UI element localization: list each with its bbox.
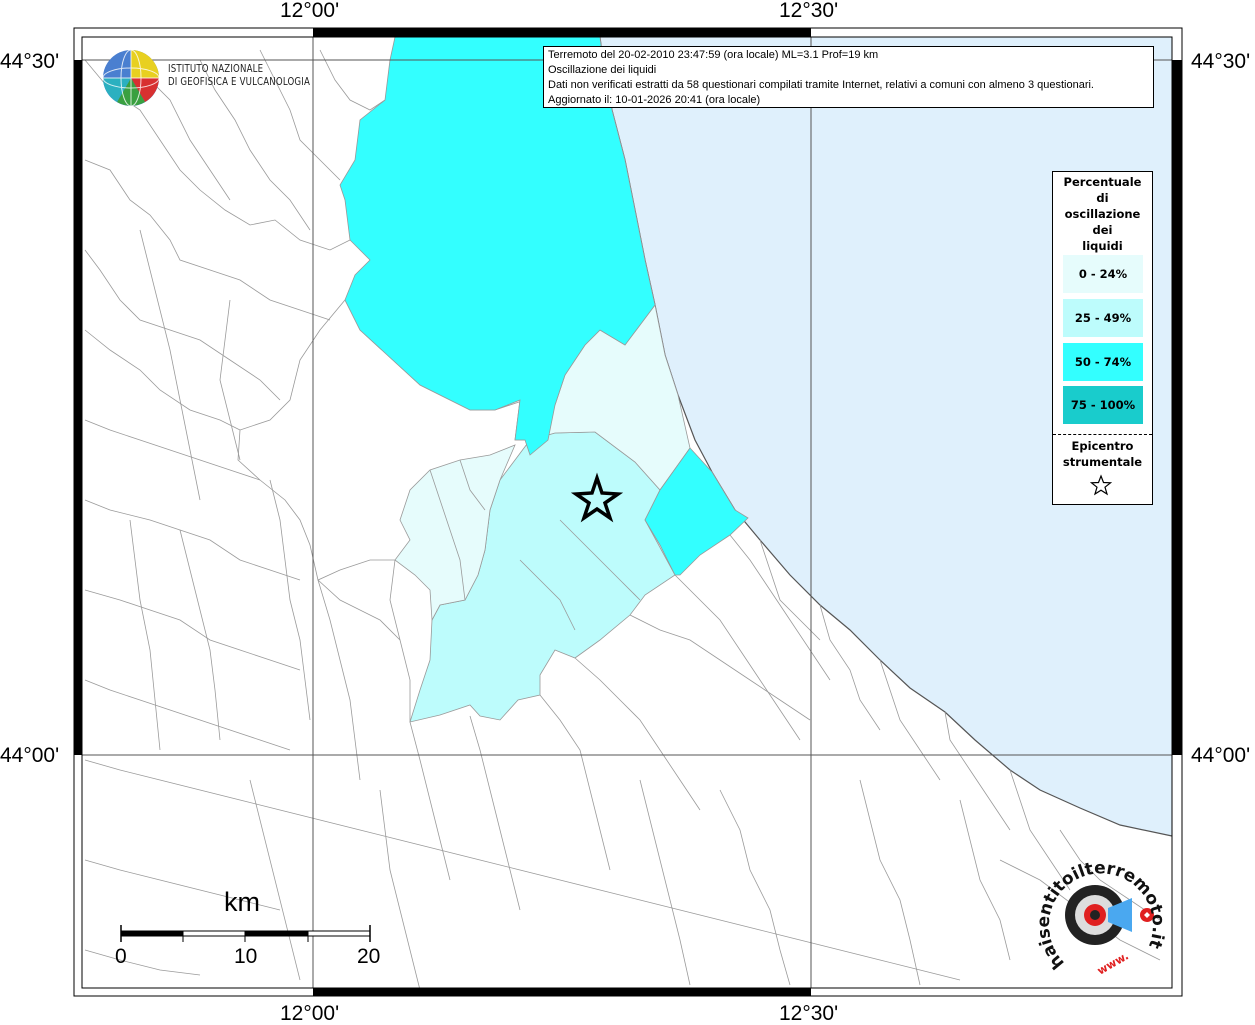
legend-class-0-24: 0 - 24% bbox=[1063, 255, 1143, 293]
legend-title-line: liquidi bbox=[1082, 239, 1123, 253]
event-title: Terremoto del 20-02-2010 23:47:59 (ora l… bbox=[548, 49, 879, 61]
lat-label-top-left: 44°30' bbox=[0, 50, 60, 73]
legend-class-50-74: 50 - 74% bbox=[1063, 343, 1143, 381]
legend-title: Percentuale di oscillazione dei liquidi bbox=[1053, 172, 1152, 254]
svg-text:haisentitoilterremoto.it: haisentitoilterremoto.it bbox=[1034, 858, 1167, 973]
legend-title-line: oscillazione bbox=[1064, 207, 1141, 221]
lon-label-top-left: 12°00' bbox=[280, 0, 340, 22]
institute-line-1: ISTITUTO NAZIONALE bbox=[168, 63, 264, 75]
update-timestamp: Aggiornato il: 10-01-2026 20:41 (ora loc… bbox=[548, 94, 761, 106]
scale-unit: km bbox=[224, 887, 260, 917]
data-note: Dati non verificati estratti da 58 quest… bbox=[548, 79, 1094, 91]
legend-class-25-49: 25 - 49% bbox=[1063, 299, 1143, 337]
institute-name: ISTITUTO NAZIONALE DI GEOFISICA E VULCAN… bbox=[168, 63, 310, 89]
legend-epicenter-label: Epicentro strumentale bbox=[1053, 438, 1152, 470]
haisentito-watermark: haisentitoilterremoto.it www. bbox=[1034, 858, 1167, 977]
lon-label-top-right: 12°30' bbox=[779, 0, 839, 22]
ingv-globe-logo bbox=[102, 49, 160, 107]
map-subject: Oscillazione dei liquidi bbox=[548, 64, 657, 76]
legend-star-icon bbox=[1090, 474, 1112, 496]
lat-label-bottom-left: 44°00' bbox=[0, 744, 60, 767]
watermark-text: haisentitoilterremoto.it bbox=[1034, 858, 1167, 973]
legend-epicenter-line: strumentale bbox=[1062, 455, 1143, 469]
legend-divider bbox=[1053, 434, 1152, 435]
lon-label-bottom-left: 12°00' bbox=[280, 1002, 340, 1025]
event-info-box: Terremoto del 20-02-2010 23:47:59 (ora l… bbox=[543, 46, 1154, 108]
lat-label-top-right: 44°30' bbox=[1191, 50, 1251, 73]
scale-tick-10: 10 bbox=[234, 945, 258, 968]
scale-bar bbox=[120, 925, 371, 942]
scale-tick-0: 0 bbox=[115, 945, 127, 968]
lon-label-bottom-right: 12°30' bbox=[779, 1002, 839, 1025]
lat-label-bottom-right: 44°00' bbox=[1191, 744, 1251, 767]
scale-tick-20: 20 bbox=[357, 945, 381, 968]
legend-title-line: di bbox=[1096, 191, 1109, 205]
watermark-prefix: www. bbox=[1095, 949, 1131, 977]
legend-epicenter-line: Epicentro bbox=[1071, 439, 1134, 453]
legend-title-line: dei bbox=[1092, 223, 1113, 237]
institute-line-2: DI GEOFISICA E VULCANOLOGIA bbox=[168, 76, 311, 88]
legend: Percentuale di oscillazione dei liquidi … bbox=[1052, 171, 1153, 505]
legend-title-line: Percentuale bbox=[1063, 175, 1142, 189]
legend-class-75-100: 75 - 100% bbox=[1063, 386, 1143, 424]
